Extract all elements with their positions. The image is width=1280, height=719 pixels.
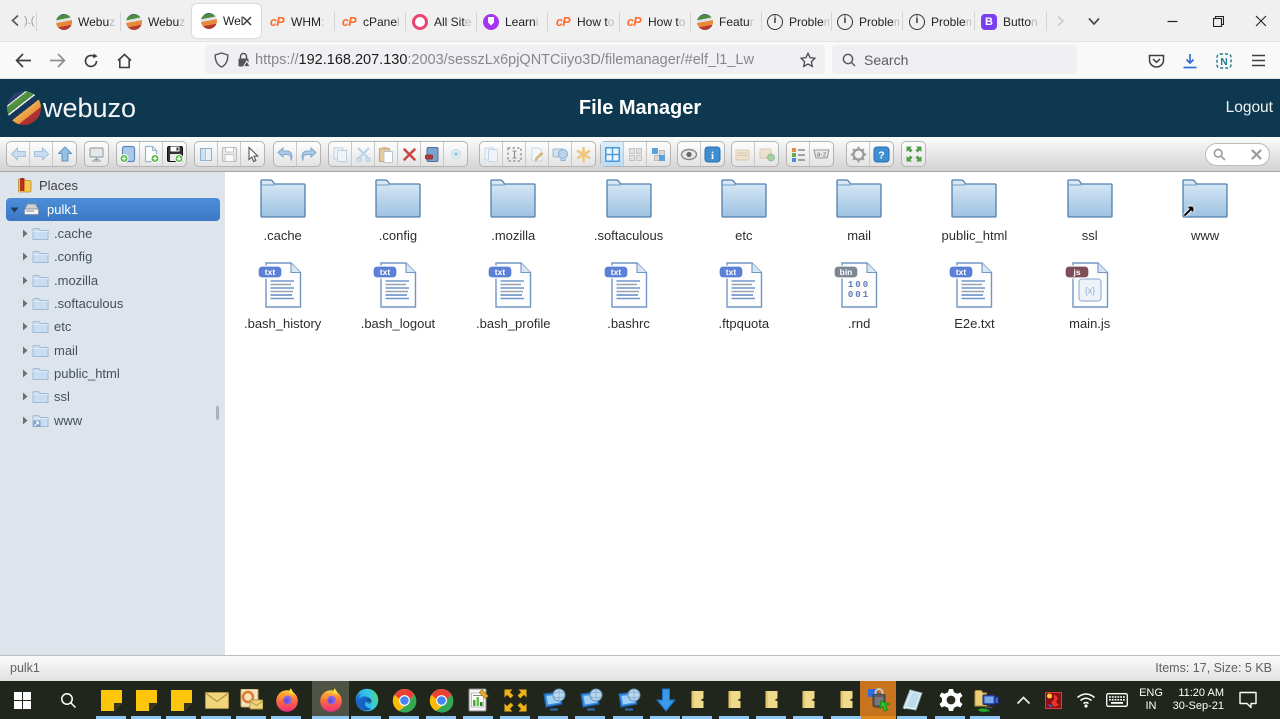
svg-text:001: 001 <box>848 290 870 300</box>
svg-text:txt: txt <box>380 267 391 277</box>
svg-text:100: 100 <box>848 280 870 290</box>
svg-text:a-z: a-z <box>817 152 827 159</box>
svg-text:txt: txt <box>264 267 275 277</box>
svg-text:?: ? <box>878 149 884 161</box>
svg-text:N: N <box>1220 57 1227 68</box>
svg-text:txt: txt <box>610 267 621 277</box>
svg-text:txt: txt <box>495 267 506 277</box>
svg-text:js: js <box>1072 267 1080 277</box>
svg-text:i: i <box>711 150 714 162</box>
svg-text:{x}: {x} <box>1084 286 1095 296</box>
svg-text:bin: bin <box>840 267 853 277</box>
svg-text:txt: txt <box>726 267 737 277</box>
svg-text:txt: txt <box>956 267 967 277</box>
